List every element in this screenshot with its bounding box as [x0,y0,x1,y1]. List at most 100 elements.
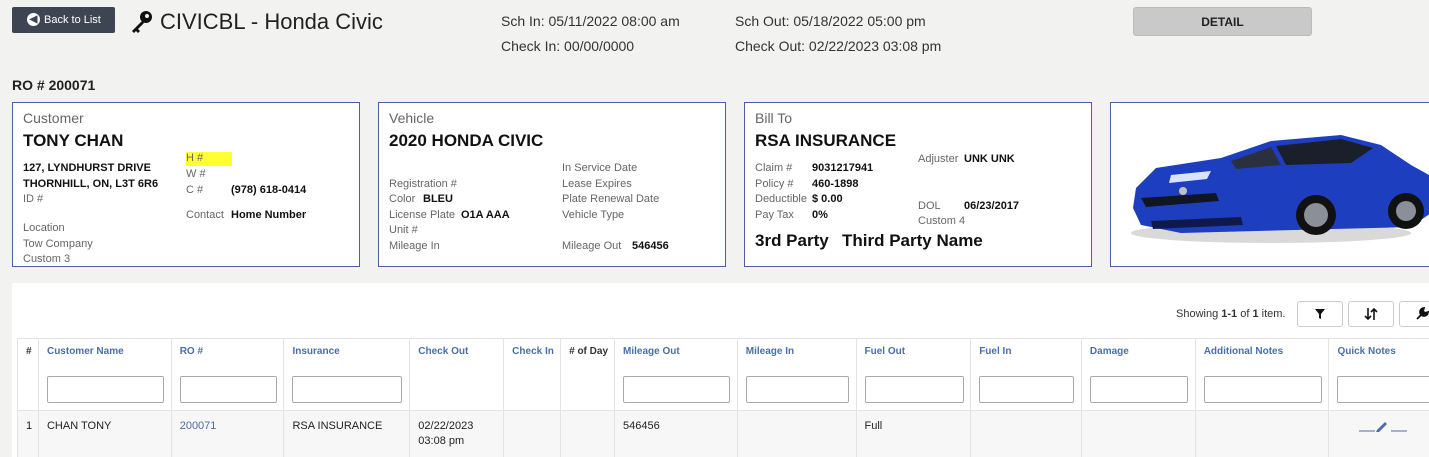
check-in-text: Check In: 00/00/0000 [501,38,635,54]
policy-label: Policy # [755,178,794,190]
in-service-label: In Service Date [562,162,638,174]
col-additional-notes-header[interactable]: Additional Notes [1194,338,1329,411]
cell-mileage-out: 546456 [614,410,738,457]
showing-suffix: item. [1258,308,1286,320]
vehicle-photo [1131,135,1429,243]
damage-filter[interactable] [1089,376,1188,403]
additional-notes-filter[interactable] [1203,376,1322,403]
col-mileage-in-label: Mileage In [745,346,795,357]
sort-button[interactable] [1348,301,1394,327]
back-to-list-label: Back to List [44,14,101,26]
cell-fuel-out: Full [855,410,971,457]
col-mileage-out-label: Mileage Out [623,346,680,357]
customer-tow-label: Tow Company [23,238,93,250]
col-additional-notes-label: Additional Notes [1203,346,1284,357]
col-fuel-out-header[interactable]: Fuel Out [855,338,971,411]
col-days: # of Day [560,338,615,411]
col-fuel-in-header[interactable]: Fuel In [970,338,1082,411]
col-insurance-header[interactable]: Insurance [283,338,410,411]
filter-icon [1315,309,1325,319]
quick-notes-filter[interactable] [1337,376,1429,403]
col-ro-header[interactable]: RO # [170,338,284,411]
unit-label: Unit # [389,224,418,236]
pencil-icon[interactable] [1359,420,1408,432]
col-check-in-label: Check In [512,346,554,357]
back-to-list-button[interactable]: ◀ Back to List [12,7,115,33]
cell-check-out-time: 03:08 pm [418,435,465,447]
mileage-out-label: Mileage Out [562,240,622,252]
mileage-in-filter[interactable] [745,376,849,403]
deductible-value: $ 0.00 [812,193,843,205]
vehicle-heading: Vehicle [389,110,435,126]
customer-location-label: Location [23,222,65,234]
pay-tax-value: 0% [812,209,828,221]
col-quick-notes-label: Quick Notes [1337,346,1396,357]
cell-check-out-date: 02/22/2023 [418,420,474,432]
fuel-in-filter[interactable] [979,376,1075,403]
license-plate-label: License Plate [389,209,456,221]
cell-damage [1080,410,1196,457]
customer-h-label: H # [186,152,232,166]
plate-renewal-label: Plate Renewal Date [562,193,660,205]
table-row[interactable]: 1 CHAN TONY 200071 RSA INSURANCE 02/22/2… [17,410,1429,457]
cell-insurance: RSA INSURANCE [283,410,410,457]
deductible-label: Deductible [755,193,807,205]
filter-toggle-button[interactable] [1297,301,1343,327]
fuel-out-filter[interactable] [864,376,964,403]
bill-to-name: RSA INSURANCE [755,131,897,150]
detail-button[interactable]: DETAIL [1133,7,1312,36]
ro-number: RO # 200071 [12,77,96,93]
cell-ro-link[interactable]: 200071 [170,410,284,457]
customer-name-filter[interactable] [46,376,164,403]
adjuster-value: UNK UNK [964,153,1015,165]
col-number: # [17,338,39,411]
vehicle-card: Vehicle 2020 HONDA CIVIC Registration # … [378,102,726,267]
showing-mid: of [1237,308,1253,320]
showing-range: 1-1 [1221,308,1238,320]
color-label: Color [389,193,416,205]
policy-value: 460-1898 [812,178,859,190]
third-party-label: 3rd Party [755,231,829,250]
col-check-in-header[interactable]: Check In [503,338,561,411]
customer-custom3-label: Custom 3 [23,253,71,265]
adjuster-label: Adjuster [918,153,959,165]
vehicle-name: 2020 HONDA CIVIC [389,131,544,150]
cell-customer-name: CHAN TONY [37,410,172,457]
settings-button[interactable] [1399,301,1429,327]
insurance-filter[interactable] [292,376,403,403]
showing-prefix: Showing [1176,308,1222,320]
col-check-out-header[interactable]: Check Out [409,338,504,411]
circle-arrow-left-icon: ◀ [27,13,40,26]
sch-out-text: Sch Out: 05/18/2022 05:00 pm [735,13,926,29]
showing-summary: Showing 1-1 of 1 item. [1176,308,1286,320]
cell-check-out: 02/22/2023 03:08 pm [409,410,504,457]
col-mileage-out-header[interactable]: Mileage Out [614,338,738,411]
mileage-out-filter[interactable] [623,376,731,403]
customer-name: TONY CHAN [23,131,124,150]
customer-card: Customer TONY CHAN 127, LYNDHURST DRIVE … [12,102,360,267]
wrench-icon [1416,307,1429,320]
dol-label: DOL [918,200,941,212]
bill-to-heading: Bill To [755,110,793,126]
claim-value: 9031217941 [812,162,874,174]
key-icon [132,11,152,33]
customer-c-value: (978) 618-0414 [231,184,307,196]
col-check-out-label: Check Out [418,346,469,357]
col-customer-name-header[interactable]: Customer Name [37,338,172,411]
col-damage-header[interactable]: Damage [1080,338,1196,411]
customer-address1: 127, LYNDHURST DRIVE [23,162,151,174]
vehicle-image-card [1110,102,1429,267]
bill-to-card: Bill To RSA INSURANCE Claim # 9031217941… [744,102,1092,267]
customer-contact-value: Home Number [231,209,307,221]
col-mileage-in-header[interactable]: Mileage In [736,338,856,411]
registration-label: Registration # [389,178,457,190]
pay-tax-label: Pay Tax [755,209,794,221]
cell-check-in [503,410,561,457]
cell-quick-notes[interactable] [1328,410,1429,457]
ro-filter[interactable] [179,376,277,403]
claim-label: Claim # [755,162,793,174]
customer-address2: THORNHILL, ON, L3T 6R6 [23,178,159,190]
col-quick-notes-header[interactable]: Quick Notes [1328,338,1429,411]
mileage-out-value: 546456 [632,240,669,252]
custom4-label: Custom 4 [918,215,966,227]
